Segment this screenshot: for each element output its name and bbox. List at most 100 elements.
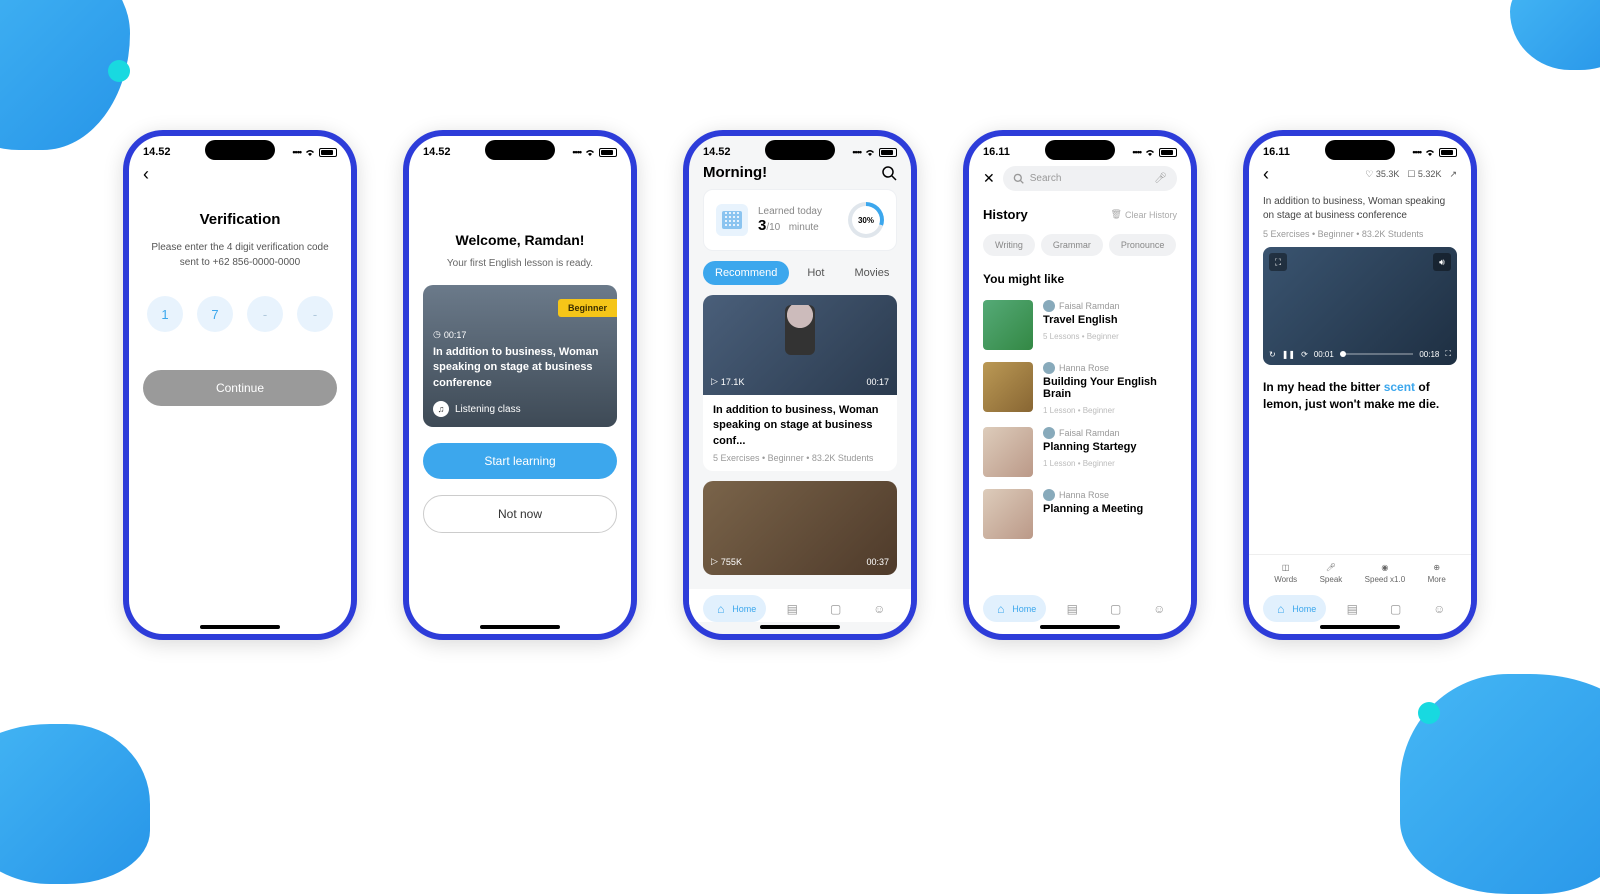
back-button[interactable]: ‹ bbox=[1263, 164, 1269, 185]
search-icon bbox=[1013, 173, 1024, 184]
author: Hanna Rose bbox=[1043, 362, 1177, 374]
avatar bbox=[1043, 300, 1055, 312]
progress-bar[interactable] bbox=[1340, 353, 1414, 355]
subtitle: Please enter the 4 digit verification co… bbox=[129, 240, 351, 270]
nav-home[interactable]: ⌂Home bbox=[703, 595, 766, 622]
back-button[interactable]: ‹ bbox=[129, 162, 351, 187]
home-indicator[interactable] bbox=[760, 625, 840, 629]
level-badge: Beginner bbox=[558, 299, 617, 317]
clock: 14.52 bbox=[143, 146, 171, 158]
suggestion-row[interactable]: Faisal Ramdan Travel English 5 Lessons •… bbox=[969, 294, 1191, 356]
start-learning-button[interactable]: Start learning bbox=[423, 443, 617, 479]
caption-text: In my head the bitter scent of lemon, ju… bbox=[1249, 375, 1471, 417]
notch bbox=[205, 140, 275, 160]
repeat-icon[interactable]: ↻ bbox=[1269, 350, 1276, 359]
thumbnail bbox=[983, 427, 1033, 477]
tab-business[interactable]: Business bbox=[907, 261, 911, 285]
maximize-icon[interactable]: ⛶ bbox=[1269, 253, 1287, 271]
thumbnail bbox=[983, 489, 1033, 539]
suggestion-row[interactable]: Faisal Ramdan Planning Startegy 1 Lesson… bbox=[969, 421, 1191, 483]
progress-ring: 30% bbox=[848, 202, 884, 238]
author: Hanna Rose bbox=[1043, 489, 1177, 501]
nav-notes[interactable]: ▤ bbox=[1335, 595, 1370, 622]
pause-icon[interactable]: ❚❚ bbox=[1282, 350, 1295, 359]
highlighted-word[interactable]: scent bbox=[1384, 380, 1415, 394]
history-chips: Writing Grammar Pronounce bbox=[969, 228, 1191, 268]
row-meta: 1 Lesson • Beginner bbox=[1043, 459, 1177, 468]
search-icon[interactable] bbox=[881, 165, 897, 181]
nav-notes[interactable]: ▤ bbox=[1055, 595, 1090, 622]
tab-movies[interactable]: Movies bbox=[842, 261, 901, 285]
video-card-1[interactable]: ▷17.1K 00:17 In addition to business, Wo… bbox=[703, 295, 897, 471]
nav-home[interactable]: ⌂Home bbox=[1263, 595, 1326, 622]
player-controls: ↻ ❚❚ ⟳ 00:01 00:18 ⛶ bbox=[1269, 349, 1451, 359]
play-icon: ▷ bbox=[711, 556, 718, 567]
clear-history-button[interactable]: 🗑︎Clear History bbox=[1111, 209, 1177, 220]
nav-tv[interactable]: ▢ bbox=[1378, 595, 1413, 622]
words-icon: ◫ bbox=[1282, 563, 1290, 572]
avatar bbox=[1043, 427, 1055, 439]
home-icon: ⌂ bbox=[1273, 601, 1288, 616]
profile-icon: ☺ bbox=[1152, 601, 1167, 616]
nav-profile[interactable]: ☺ bbox=[862, 595, 897, 622]
notch bbox=[485, 140, 555, 160]
suggestion-row[interactable]: Hanna Rose Building Your English Brain 1… bbox=[969, 356, 1191, 421]
nav-tv[interactable]: ▢ bbox=[818, 595, 853, 622]
otp-digit-2[interactable]: 7 bbox=[197, 296, 233, 332]
tool-speak[interactable]: 🎤︎Speak bbox=[1320, 563, 1343, 584]
phone-verification: 14.52 ‹ Verification Please enter the 4 … bbox=[123, 130, 357, 640]
play-count: ▷755K bbox=[711, 556, 742, 567]
nav-tv[interactable]: ▢ bbox=[1098, 595, 1133, 622]
tool-more[interactable]: ⊕More bbox=[1428, 563, 1446, 584]
page-title: Verification bbox=[129, 211, 351, 228]
mic-icon: 🎤︎ bbox=[1326, 563, 1336, 572]
avatar bbox=[1043, 489, 1055, 501]
home-indicator[interactable] bbox=[480, 625, 560, 629]
row-meta: 5 Lessons • Beginner bbox=[1043, 332, 1177, 341]
clock: 14.52 bbox=[423, 146, 451, 158]
video-meta: 5 Exercises • Beginner • 83.2K Students bbox=[703, 453, 897, 471]
card-title: In addition to business, Woman speaking … bbox=[433, 345, 607, 391]
nav-profile[interactable]: ☺ bbox=[1142, 595, 1177, 622]
video-card-2[interactable]: ▷755K 00:37 bbox=[703, 481, 897, 575]
bg-blob-bl bbox=[0, 724, 150, 884]
history-heading: History bbox=[983, 207, 1028, 222]
suggestion-row[interactable]: Hanna Rose Planning a Meeting bbox=[969, 483, 1191, 545]
not-now-button[interactable]: Not now bbox=[423, 495, 617, 533]
otp-digit-4[interactable]: - bbox=[297, 296, 333, 332]
chip-grammar[interactable]: Grammar bbox=[1041, 234, 1103, 256]
search-input[interactable]: Search 🎤︎ bbox=[1003, 166, 1177, 191]
notes-icon: ▤ bbox=[1345, 601, 1360, 616]
tool-words[interactable]: ◫Words bbox=[1274, 563, 1297, 584]
tab-hot[interactable]: Hot bbox=[795, 261, 836, 285]
nav-home[interactable]: ⌂Home bbox=[983, 595, 1046, 622]
continue-button[interactable]: Continue bbox=[143, 370, 337, 406]
tool-speed[interactable]: ◉Speed x1.0 bbox=[1365, 563, 1405, 584]
mic-icon[interactable]: 🎤︎ bbox=[1154, 173, 1167, 184]
trash-icon: 🗑︎ bbox=[1111, 209, 1122, 220]
phone-welcome: 14.52 Welcome, Ramdan! Your first Englis… bbox=[403, 130, 637, 640]
lesson-card[interactable]: Beginner ◷00:17 In addition to business,… bbox=[423, 285, 617, 427]
otp-digit-3[interactable]: - bbox=[247, 296, 283, 332]
otp-digit-1[interactable]: 1 bbox=[147, 296, 183, 332]
comment-count[interactable]: ☐ 5.32K bbox=[1407, 169, 1441, 180]
fullscreen-icon[interactable]: ⛶ bbox=[1445, 349, 1451, 359]
home-indicator[interactable] bbox=[200, 625, 280, 629]
avatar bbox=[1043, 362, 1055, 374]
home-indicator[interactable] bbox=[1320, 625, 1400, 629]
share-icon[interactable]: ↗ bbox=[1449, 169, 1457, 180]
tv-icon: ▢ bbox=[828, 601, 843, 616]
nav-notes[interactable]: ▤ bbox=[775, 595, 810, 622]
video-player[interactable]: ⛶ 🔊︎ ↻ ❚❚ ⟳ 00:01 00:18 ⛶ bbox=[1263, 247, 1457, 365]
chip-writing[interactable]: Writing bbox=[983, 234, 1035, 256]
tab-recommend[interactable]: Recommend bbox=[703, 261, 789, 285]
home-indicator[interactable] bbox=[1040, 625, 1120, 629]
category-tabs: Recommend Hot Movies Business bbox=[689, 261, 911, 295]
nav-profile[interactable]: ☺ bbox=[1422, 595, 1457, 622]
headphones-icon: ♫ bbox=[433, 401, 449, 417]
like-count[interactable]: ♡ 35.3K bbox=[1365, 169, 1399, 180]
close-button[interactable]: ✕ bbox=[983, 170, 995, 187]
volume-icon[interactable]: 🔊︎ bbox=[1433, 253, 1451, 271]
chip-pronounce[interactable]: Pronounce bbox=[1109, 234, 1177, 256]
loop-icon[interactable]: ⟳ bbox=[1301, 350, 1308, 359]
